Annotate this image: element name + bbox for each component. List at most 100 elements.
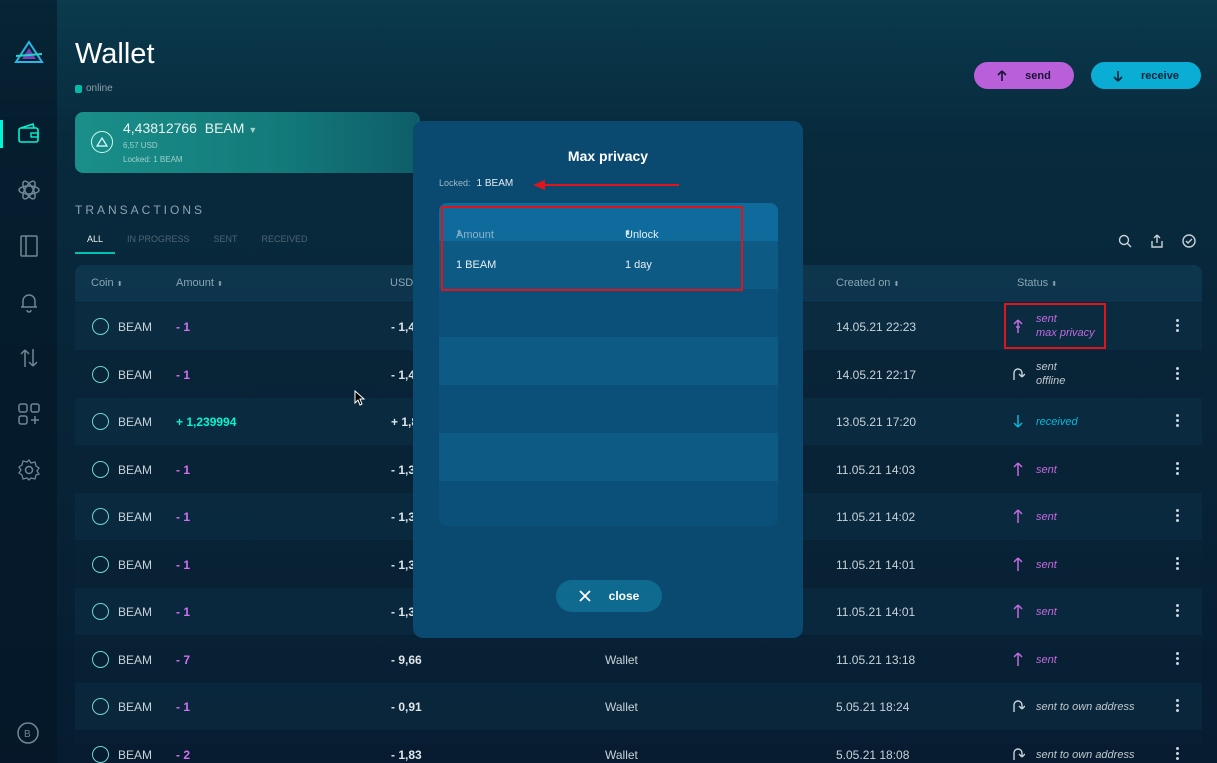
more-options-icon[interactable]: [1176, 319, 1180, 333]
beam-coin-icon: [92, 698, 109, 715]
balance-amount: 4,43812766 BEAM ▼: [123, 120, 258, 136]
beam-logo-icon: [13, 40, 44, 63]
more-options-icon[interactable]: [1176, 604, 1180, 618]
tx-status: sent to own address: [1036, 748, 1135, 761]
coin-name: BEAM: [118, 415, 153, 429]
tx-created: 14.05.21 22:17: [836, 367, 917, 382]
coin-name: BEAM: [118, 557, 153, 572]
locked-value: 1 BEAM: [476, 178, 514, 189]
beam-coin-icon: [92, 508, 109, 525]
tab-all[interactable]: ALL: [75, 232, 116, 254]
arrow-up-icon: [1013, 651, 1023, 666]
sidebar-item-atomic-swap[interactable]: [0, 162, 57, 218]
tx-created: 11.05.21 14:02: [836, 510, 916, 524]
more-options-icon[interactable]: [1176, 414, 1180, 428]
table-highlight-box: [441, 206, 743, 291]
tx-usd: - 1,83: [391, 747, 422, 762]
receive-label: receive: [1141, 69, 1179, 82]
beam-coin-icon: [91, 131, 113, 153]
tx-amount: - 1: [176, 605, 191, 619]
proof-verify-icon[interactable]: [1181, 233, 1197, 249]
col-created[interactable]: Created on ⬍: [836, 277, 899, 289]
send-label: send: [1025, 69, 1051, 82]
tx-status: sent: [1036, 653, 1057, 666]
tx-amount: - 1: [176, 557, 191, 572]
more-options-icon[interactable]: [1176, 366, 1180, 381]
atom-icon: [17, 180, 40, 200]
col-coin[interactable]: Coin ⬍: [91, 277, 123, 289]
table-tools: [1117, 233, 1197, 249]
tx-usd: - 9,66: [391, 652, 422, 667]
status-label: online: [86, 83, 113, 94]
tab-sent[interactable]: SENT: [202, 232, 250, 254]
more-options-icon[interactable]: [1176, 651, 1180, 666]
table-row[interactable]: BEAM - 2 - 1,83 Wallet 5.05.21 18:08 sent to …: [75, 730, 1202, 763]
empty-row: [439, 433, 778, 481]
coin-name: BEAM: [118, 652, 153, 667]
coin-name: BEAM: [118, 510, 153, 524]
coin-name: BEAM: [118, 367, 153, 382]
close-button[interactable]: close: [556, 580, 662, 612]
tx-amount: - 1: [176, 462, 191, 477]
col-status[interactable]: Status ⬍: [1017, 277, 1057, 289]
tx-status: received: [1036, 416, 1078, 428]
sidebar-item-dapps[interactable]: [0, 386, 57, 442]
search-icon[interactable]: [1117, 233, 1133, 249]
tab-in-progress[interactable]: IN PROGRESS: [115, 232, 202, 254]
return-arrow-icon: [1013, 700, 1025, 712]
sort-icon: ⬍: [893, 281, 900, 288]
sidebar-item-wallet[interactable]: [0, 106, 57, 162]
tx-source: Wallet: [605, 747, 638, 762]
tx-created: 14.05.21 22:23: [836, 320, 917, 334]
col-usd[interactable]: USD: [390, 277, 413, 289]
sidebar-item-notifications[interactable]: [0, 274, 57, 330]
table-row[interactable]: BEAM - 1 - 0,91 Wallet 5.05.21 18:24 sent to …: [75, 683, 1202, 730]
gear-icon: [17, 458, 40, 481]
wallet-icon: [17, 122, 39, 143]
annotation-arrow-icon: [533, 180, 679, 190]
sort-icon: ⬍: [1051, 281, 1058, 288]
more-options-icon[interactable]: [1176, 461, 1180, 476]
tx-created: 5.05.21 18:08: [836, 747, 910, 762]
more-options-icon[interactable]: [1176, 509, 1180, 523]
tx-created: 5.05.21 18:24: [836, 700, 910, 714]
sidebar-item-utxo[interactable]: [0, 330, 57, 386]
mouse-cursor-icon: [354, 390, 366, 406]
arrow-up-icon: [1013, 604, 1023, 618]
beam-coin-icon: [92, 745, 109, 763]
tx-created: 11.05.21 13:18: [836, 652, 916, 667]
sidebar-item-addresses[interactable]: [0, 218, 57, 274]
balance-usd: 6,57 USD: [123, 141, 158, 150]
svg-text:B: B: [24, 729, 31, 740]
balance-card[interactable]: 4,43812766 BEAM ▼ 6,57 USD Locked: 1 BEA…: [75, 112, 420, 173]
send-button[interactable]: send: [974, 62, 1074, 89]
more-options-icon[interactable]: [1176, 556, 1180, 571]
arrow-up-icon: [997, 69, 1007, 81]
tx-created: 13.05.21 17:20: [836, 415, 917, 429]
coin-name: BEAM: [118, 462, 153, 477]
page-title: Wallet: [75, 38, 155, 70]
coin-name: BEAM: [118, 700, 153, 714]
tx-amount: - 1: [176, 510, 191, 524]
more-options-icon[interactable]: [1176, 746, 1180, 761]
tx-usd: - 1,3: [391, 510, 416, 524]
export-icon[interactable]: [1149, 233, 1165, 249]
tx-source: Wallet: [605, 700, 638, 714]
receive-button[interactable]: receive: [1091, 62, 1201, 89]
tx-usd: - 1,4: [391, 367, 416, 382]
beam-coin-icon: [92, 603, 109, 620]
tab-received[interactable]: RECEIVED: [250, 232, 320, 254]
sidebar: B: [0, 0, 57, 763]
table-row[interactable]: BEAM - 7 - 9,66 Wallet 11.05.21 13:18 sent: [75, 635, 1202, 683]
tx-amount: + 1,239994: [176, 415, 237, 429]
max-privacy-dialog: Max privacy Locked: 1 BEAM Amount ⬍ Unloc…: [413, 121, 803, 638]
apps-grid-icon: [17, 403, 40, 425]
close-icon: [579, 590, 591, 602]
beam-explorer-icon[interactable]: B: [16, 721, 40, 745]
sidebar-item-settings[interactable]: [0, 442, 57, 498]
col-amount[interactable]: Amount ⬍: [176, 277, 223, 289]
status-highlight-box: [1004, 303, 1106, 349]
chevron-down-icon[interactable]: ▼: [248, 125, 257, 135]
dialog-title: Max privacy: [567, 148, 649, 164]
more-options-icon[interactable]: [1176, 699, 1180, 713]
